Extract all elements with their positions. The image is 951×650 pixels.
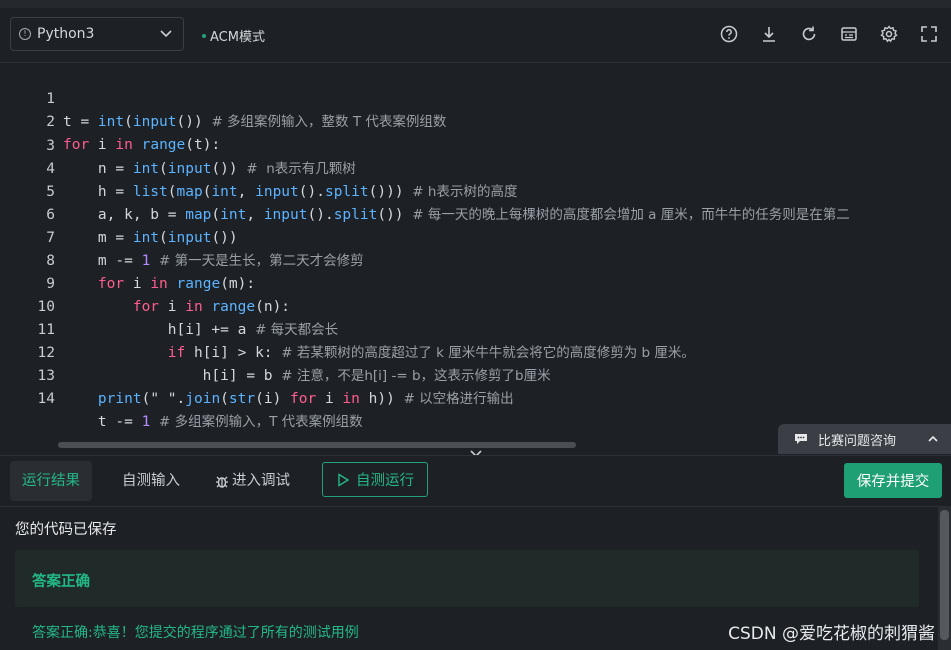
refresh-icon[interactable] <box>799 24 819 44</box>
tab-custom-input[interactable]: 自测输入 <box>110 461 192 501</box>
help-icon[interactable] <box>719 24 739 44</box>
mode-indicator: ACM模式 <box>202 26 265 45</box>
info-icon: ! <box>19 28 31 40</box>
code-line-14: 14 t -= 1 # 多组案例输入，T 代表案例组数 <box>0 365 363 430</box>
code-line-1: 1 t = int(input()) # 多组案例输入，整数 T 代表案例组数 <box>0 65 446 130</box>
result-tabs-bar: 运行结果 自测输入 进入调试 自测运行 保存并提交 <box>0 455 951 507</box>
bug-icon <box>216 476 228 488</box>
debug-label: 进入调试 <box>232 473 290 489</box>
horizontal-scrollbar[interactable] <box>58 442 576 448</box>
code-line-10: 10 h[i] += a # 每天都会长 <box>0 273 339 338</box>
result-status-box: 答案正确 <box>15 550 919 607</box>
chevron-up-icon <box>928 435 938 442</box>
self-test-run-button[interactable]: 自测运行 <box>322 462 428 497</box>
download-icon[interactable] <box>759 24 779 44</box>
consult-label: 比赛问题咨询 <box>818 433 897 449</box>
saved-message: 您的代码已保存 <box>15 522 117 538</box>
watermark: CSDN @爱吃花椒的刺猬酱 <box>728 624 935 644</box>
language-select[interactable]: ! Python3 <box>10 17 184 51</box>
run-label: 自测运行 <box>356 473 414 489</box>
code-line-3: 3 n = int(input()) # n表示有几颗树 <box>0 112 356 177</box>
chat-bubble-icon <box>795 434 807 444</box>
line-number: 14 <box>37 391 55 407</box>
mode-label: ACM模式 <box>210 30 265 45</box>
top-strip <box>0 0 951 8</box>
code-line-9: 9 for i in range(n): <box>0 250 290 315</box>
gear-icon[interactable] <box>879 24 899 44</box>
scrollbar-thumb[interactable] <box>940 510 949 640</box>
vertical-scrollbar[interactable] <box>938 506 951 650</box>
editor-toolbar: ! Python3 ACM模式 <box>0 8 951 63</box>
tab-debug[interactable]: 进入调试 <box>202 461 302 501</box>
contest-consult-button[interactable]: 比赛问题咨询 <box>778 424 951 454</box>
code-line-6: 6 m = int(input()) <box>0 181 237 246</box>
fullscreen-icon[interactable] <box>919 24 939 44</box>
save-and-submit-button[interactable]: 保存并提交 <box>844 463 942 498</box>
code-line-13: 13 print(" ".join(str(i) for i in h)) # … <box>0 342 514 407</box>
tool-icons <box>719 24 939 44</box>
code-line-11: 11 if h[i] > k: # 若某颗树的高度超过了 k 厘米牛牛就会将它的… <box>0 296 695 361</box>
keyboard-icon[interactable] <box>839 24 859 44</box>
code-line-4: 4 h = list(map(int, input().split())) # … <box>0 135 517 200</box>
code-line-12: 12 h[i] = b # 注意，不是h[i] -= b，这表示修剪了b厘米 <box>0 319 551 384</box>
code-line-5: 5 a, k, b = map(int, input().split()) # … <box>0 158 849 223</box>
mode-dot <box>202 33 206 38</box>
code-line-7: 7 m -= 1 # 第一天是生长，第二天才会修剪 <box>0 204 363 269</box>
result-status: 答案正确 <box>32 574 90 590</box>
result-detail: 答案正确:恭喜！您提交的程序通过了所有的测试用例 <box>32 625 359 641</box>
play-icon <box>338 472 350 487</box>
code-editor[interactable]: 1 t = int(input()) # 多组案例输入，整数 T 代表案例组数 … <box>0 63 951 443</box>
language-label: Python3 <box>37 26 95 42</box>
code-line-8: 8 for i in range(m): <box>0 227 255 292</box>
tab-run-result[interactable]: 运行结果 <box>10 461 92 501</box>
chevron-down-icon <box>160 30 172 38</box>
code-line-2: 2 for i in range(t): <box>0 88 220 153</box>
